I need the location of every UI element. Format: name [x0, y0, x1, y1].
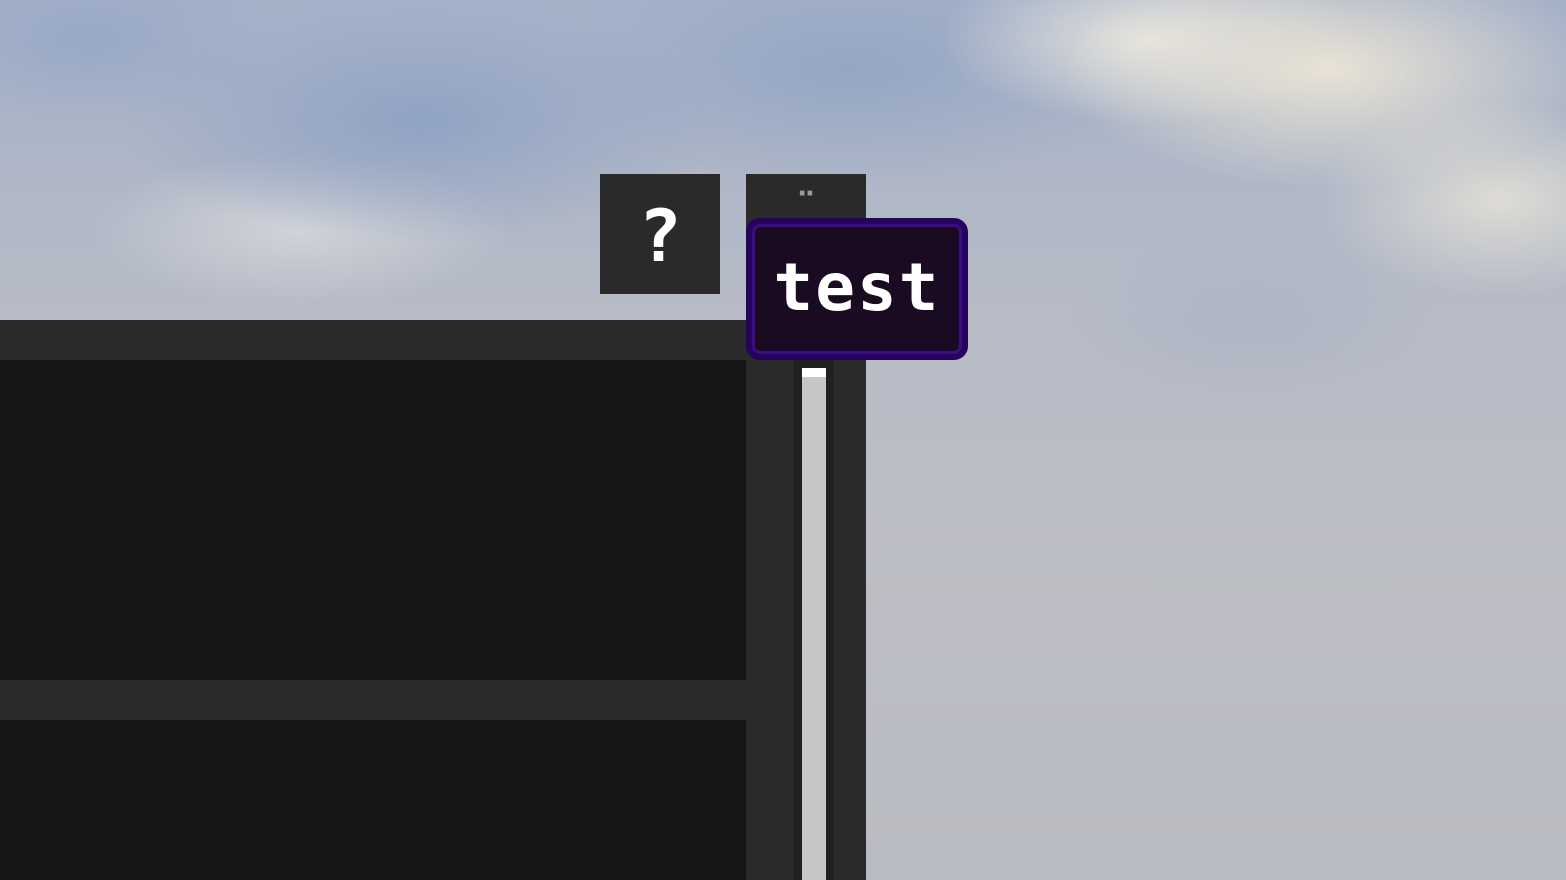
- scrollbar-track[interactable]: [786, 360, 866, 880]
- tooltip-text: test: [773, 249, 941, 326]
- tooltip: test: [746, 218, 968, 360]
- panel-header: [0, 320, 786, 360]
- list-item[interactable]: [0, 720, 746, 880]
- scrollbar-thumb[interactable]: [802, 368, 826, 880]
- question-mark-icon: ?: [638, 194, 682, 278]
- help-button[interactable]: ?: [600, 174, 720, 294]
- list-panel: [0, 320, 786, 880]
- scrollbar-gutter: [794, 360, 834, 880]
- list-item[interactable]: [0, 360, 746, 680]
